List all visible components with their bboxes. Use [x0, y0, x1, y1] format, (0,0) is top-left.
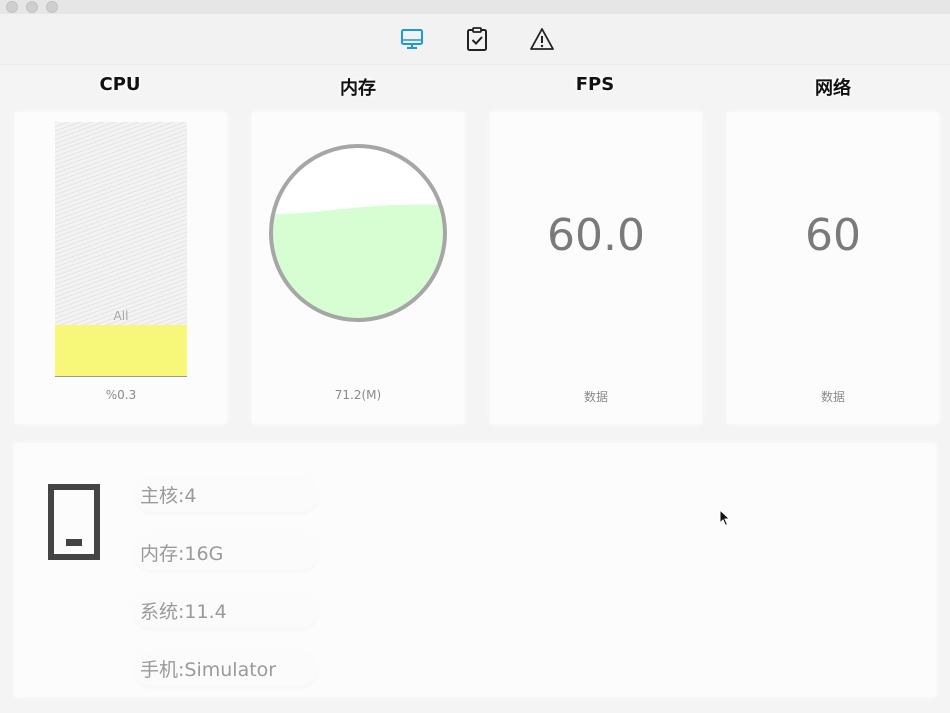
info-cpu-cores: 主核:4 [134, 476, 318, 512]
cpu-bar-label: All [113, 309, 129, 323]
cpu-usage-fill [55, 325, 187, 376]
fps-value: 60.0 [547, 210, 645, 261]
warning-icon [529, 26, 555, 52]
cpu-panel: All %0.3 [15, 112, 227, 424]
network-footer-label: 数据 [820, 390, 845, 404]
app-window: CPU All %0.3 内存 71.2(M) FPS 60.0 数据 网络 6… [0, 0, 950, 713]
info-os-version: 系统:11.4 [134, 592, 318, 628]
memory-title: 内存 [340, 78, 376, 99]
close-window-button[interactable] [6, 1, 18, 13]
memory-gauge [267, 142, 449, 324]
info-memory: 内存:16G [134, 534, 318, 570]
network-panel: 60 数据 [727, 112, 939, 424]
info-device: 手机:Simulator [134, 650, 318, 686]
cpu-title: CPU [99, 74, 141, 95]
tab-warnings[interactable] [527, 24, 557, 54]
cpu-usage-bar: All [55, 122, 187, 377]
fps-panel: 60.0 数据 [490, 112, 702, 424]
zoom-window-button[interactable] [46, 1, 58, 13]
memory-usage-value: 71.2(M) [334, 388, 382, 402]
tab-monitor[interactable] [397, 24, 427, 54]
title-bar [0, 0, 950, 14]
clipboard-check-icon [464, 26, 490, 52]
network-value: 60 [805, 210, 861, 261]
fps-title: FPS [575, 74, 615, 95]
cpu-usage-value: %0.3 [105, 388, 137, 402]
memory-panel: 71.2(M) [252, 112, 464, 424]
fps-footer-label: 数据 [583, 390, 608, 404]
minimize-window-button[interactable] [26, 1, 38, 13]
monitor-icon [399, 26, 425, 52]
memory-fill [272, 204, 444, 319]
network-title: 网络 [815, 78, 851, 99]
mouse-cursor-icon [719, 508, 731, 531]
toolbar [0, 14, 950, 65]
tab-checklist[interactable] [462, 24, 492, 54]
device-info-panel: 主核:4 内存:16G 系统:11.4 手机:Simulator [14, 443, 936, 697]
dashboard: CPU All %0.3 内存 71.2(M) FPS 60.0 数据 网络 6… [0, 66, 950, 713]
phone-icon [48, 484, 102, 566]
